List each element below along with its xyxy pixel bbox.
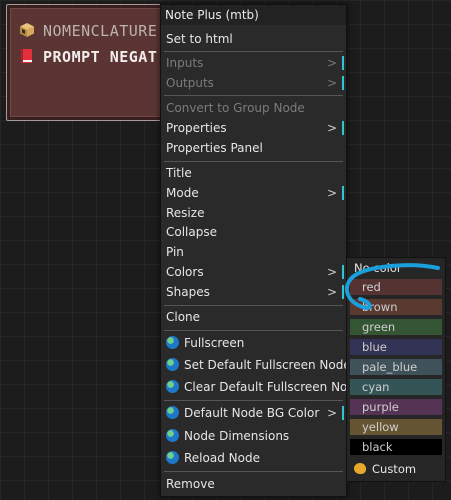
annotation-circle-scribble [344, 263, 440, 310]
